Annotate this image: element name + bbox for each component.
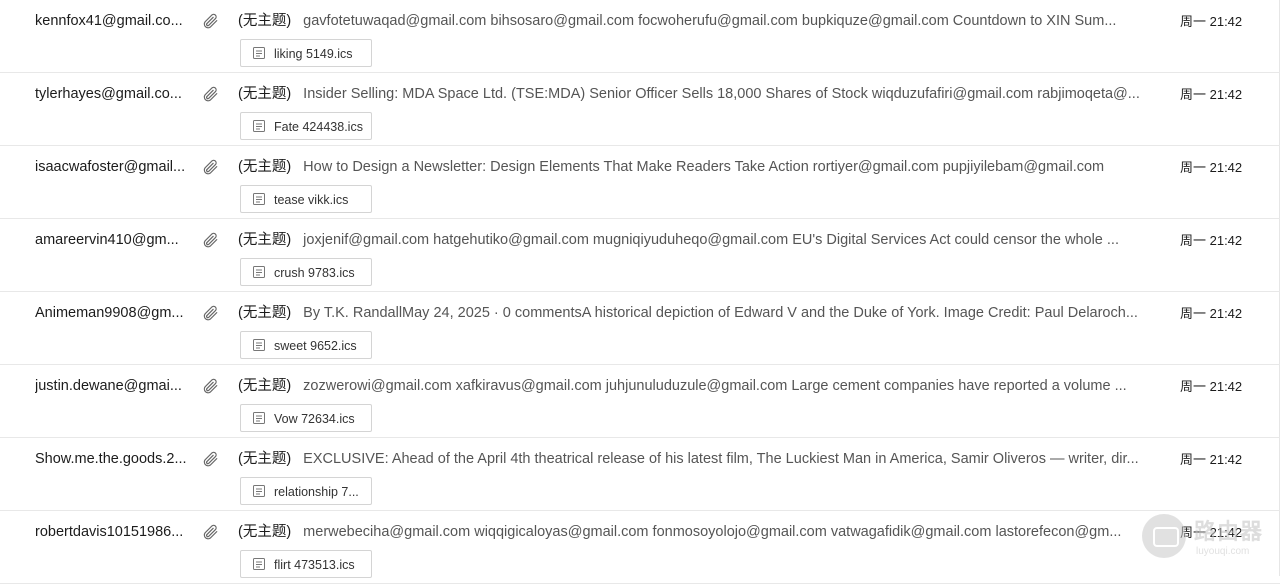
mail-row[interactable]: amareervin410@gm... (无主题) joxjenif@gmail.…	[0, 219, 1280, 292]
subject: (无主题)	[238, 524, 292, 540]
sender: amareervin410@gm...	[35, 232, 179, 248]
file-icon	[252, 484, 266, 498]
attachment-chip[interactable]: sweet 9652.ics	[240, 331, 372, 359]
subject-line: (无主题) By T.K. RandallMay 24, 2025 · 0 com…	[238, 303, 1163, 323]
attachment-name: Vow 72634.ics	[274, 412, 355, 426]
mail-row[interactable]: justin.dewane@gmai... (无主题) zozwerowi@gma…	[0, 365, 1280, 438]
attachment-name: tease vikk.ics	[274, 193, 349, 207]
paperclip-icon	[201, 12, 219, 30]
attachment-name: sweet 9652.ics	[274, 339, 357, 353]
preview-text: merwebeciha@gmail.com wiqqigicaloyas@gma…	[303, 524, 1122, 540]
timestamp: 周一 21:42	[1180, 306, 1243, 321]
mail-list: kennfox41@gmail.co... (无主题) gavfotetuwaqa…	[0, 0, 1280, 584]
sender: Animeman9908@gm...	[35, 305, 184, 321]
paperclip-icon	[201, 158, 219, 176]
attachment-name: crush 9783.ics	[274, 266, 355, 280]
file-icon	[252, 46, 266, 60]
preview-text: joxjenif@gmail.com hatgehutiko@gmail.com…	[303, 232, 1119, 248]
mail-row[interactable]: isaacwafoster@gmail... (无主题) How to Desig…	[0, 146, 1280, 219]
paperclip-icon	[201, 377, 219, 395]
sender: isaacwafoster@gmail...	[35, 159, 186, 175]
sender: robertdavis10151986...	[35, 524, 184, 540]
preview-text: zozwerowi@gmail.com xafkiravus@gmail.com…	[303, 378, 1127, 394]
attachment-chip[interactable]: Fate 424438.ics	[240, 112, 372, 140]
subject-line: (无主题) gavfotetuwaqad@gmail.com bihsosaro@…	[238, 11, 1163, 31]
watermark-text: 路由器	[1194, 519, 1264, 544]
subject-line: (无主题) How to Design a Newsletter: Design …	[238, 157, 1163, 177]
attachment-chip[interactable]: tease vikk.ics	[240, 185, 372, 213]
mail-row[interactable]: Animeman9908@gm... (无主题) By T.K. RandallM…	[0, 292, 1280, 365]
subject-line: (无主题) merwebeciha@gmail.com wiqqigicaloya…	[238, 522, 1163, 542]
attachment-chip[interactable]: flirt 473513.ics	[240, 550, 372, 578]
preview-text: gavfotetuwaqad@gmail.com bihsosaro@gmail…	[303, 13, 1117, 29]
attachment-name: relationship 7...	[274, 485, 359, 499]
sender: kennfox41@gmail.co...	[35, 13, 183, 29]
mail-row[interactable]: tylerhayes@gmail.co... (无主题) Insider Sell…	[0, 73, 1280, 146]
timestamp: 周一 21:42	[1180, 160, 1243, 175]
subject: (无主题)	[238, 232, 292, 248]
preview-text: How to Design a Newsletter: Design Eleme…	[303, 159, 1105, 175]
timestamp: 周一 21:42	[1180, 233, 1243, 248]
subject: (无主题)	[238, 86, 292, 102]
subject-line: (无主题) zozwerowi@gmail.com xafkiravus@gmai…	[238, 376, 1163, 396]
mail-row[interactable]: robertdavis10151986... (无主题) merwebeciha@…	[0, 511, 1280, 584]
sender: justin.dewane@gmai...	[35, 378, 182, 394]
file-icon	[252, 338, 266, 352]
watermark-subtext: luyouqi.com	[1196, 546, 1250, 557]
paperclip-icon	[201, 450, 219, 468]
mail-row[interactable]: Show.me.the.goods.2... (无主题) EXCLUSIVE: A…	[0, 438, 1280, 511]
file-icon	[252, 265, 266, 279]
timestamp: 周一 21:42	[1180, 87, 1243, 102]
attachment-chip[interactable]: liking 5149.ics	[240, 39, 372, 67]
timestamp: 周一 21:42	[1180, 14, 1243, 29]
attachment-name: flirt 473513.ics	[274, 558, 355, 572]
subject-line: (无主题) EXCLUSIVE: Ahead of the April 4th t…	[238, 449, 1163, 469]
subject: (无主题)	[238, 451, 292, 467]
sender: tylerhayes@gmail.co...	[35, 86, 182, 102]
file-icon	[252, 119, 266, 133]
paperclip-icon	[201, 523, 219, 541]
preview-text: By T.K. RandallMay 24, 2025 · 0 comments…	[303, 305, 1138, 321]
attachment-name: liking 5149.ics	[274, 47, 353, 61]
sender: Show.me.the.goods.2...	[35, 451, 187, 467]
subject-line: (无主题) joxjenif@gmail.com hatgehutiko@gmai…	[238, 230, 1163, 250]
paperclip-icon	[201, 231, 219, 249]
timestamp: 周一 21:42	[1180, 379, 1243, 394]
preview-text: Insider Selling: MDA Space Ltd. (TSE:MDA…	[303, 86, 1140, 102]
subject: (无主题)	[238, 159, 292, 175]
timestamp: 周一 21:42	[1180, 452, 1243, 467]
file-icon	[252, 192, 266, 206]
watermark-logo: 路由器 luyouqi.com	[1138, 508, 1282, 576]
mail-row[interactable]: kennfox41@gmail.co... (无主题) gavfotetuwaqa…	[0, 0, 1280, 73]
attachment-name: Fate 424438.ics	[274, 120, 363, 134]
subject-line: (无主题) Insider Selling: MDA Space Ltd. (TS…	[238, 84, 1163, 104]
preview-text: EXCLUSIVE: Ahead of the April 4th theatr…	[303, 451, 1139, 467]
router-logo-icon	[1142, 514, 1186, 558]
attachment-chip[interactable]: crush 9783.ics	[240, 258, 372, 286]
file-icon	[252, 411, 266, 425]
subject: (无主题)	[238, 305, 292, 321]
paperclip-icon	[201, 85, 219, 103]
attachment-chip[interactable]: relationship 7...	[240, 477, 372, 505]
subject: (无主题)	[238, 13, 292, 29]
attachment-chip[interactable]: Vow 72634.ics	[240, 404, 372, 432]
subject: (无主题)	[238, 378, 292, 394]
paperclip-icon	[201, 304, 219, 322]
file-icon	[252, 557, 266, 571]
